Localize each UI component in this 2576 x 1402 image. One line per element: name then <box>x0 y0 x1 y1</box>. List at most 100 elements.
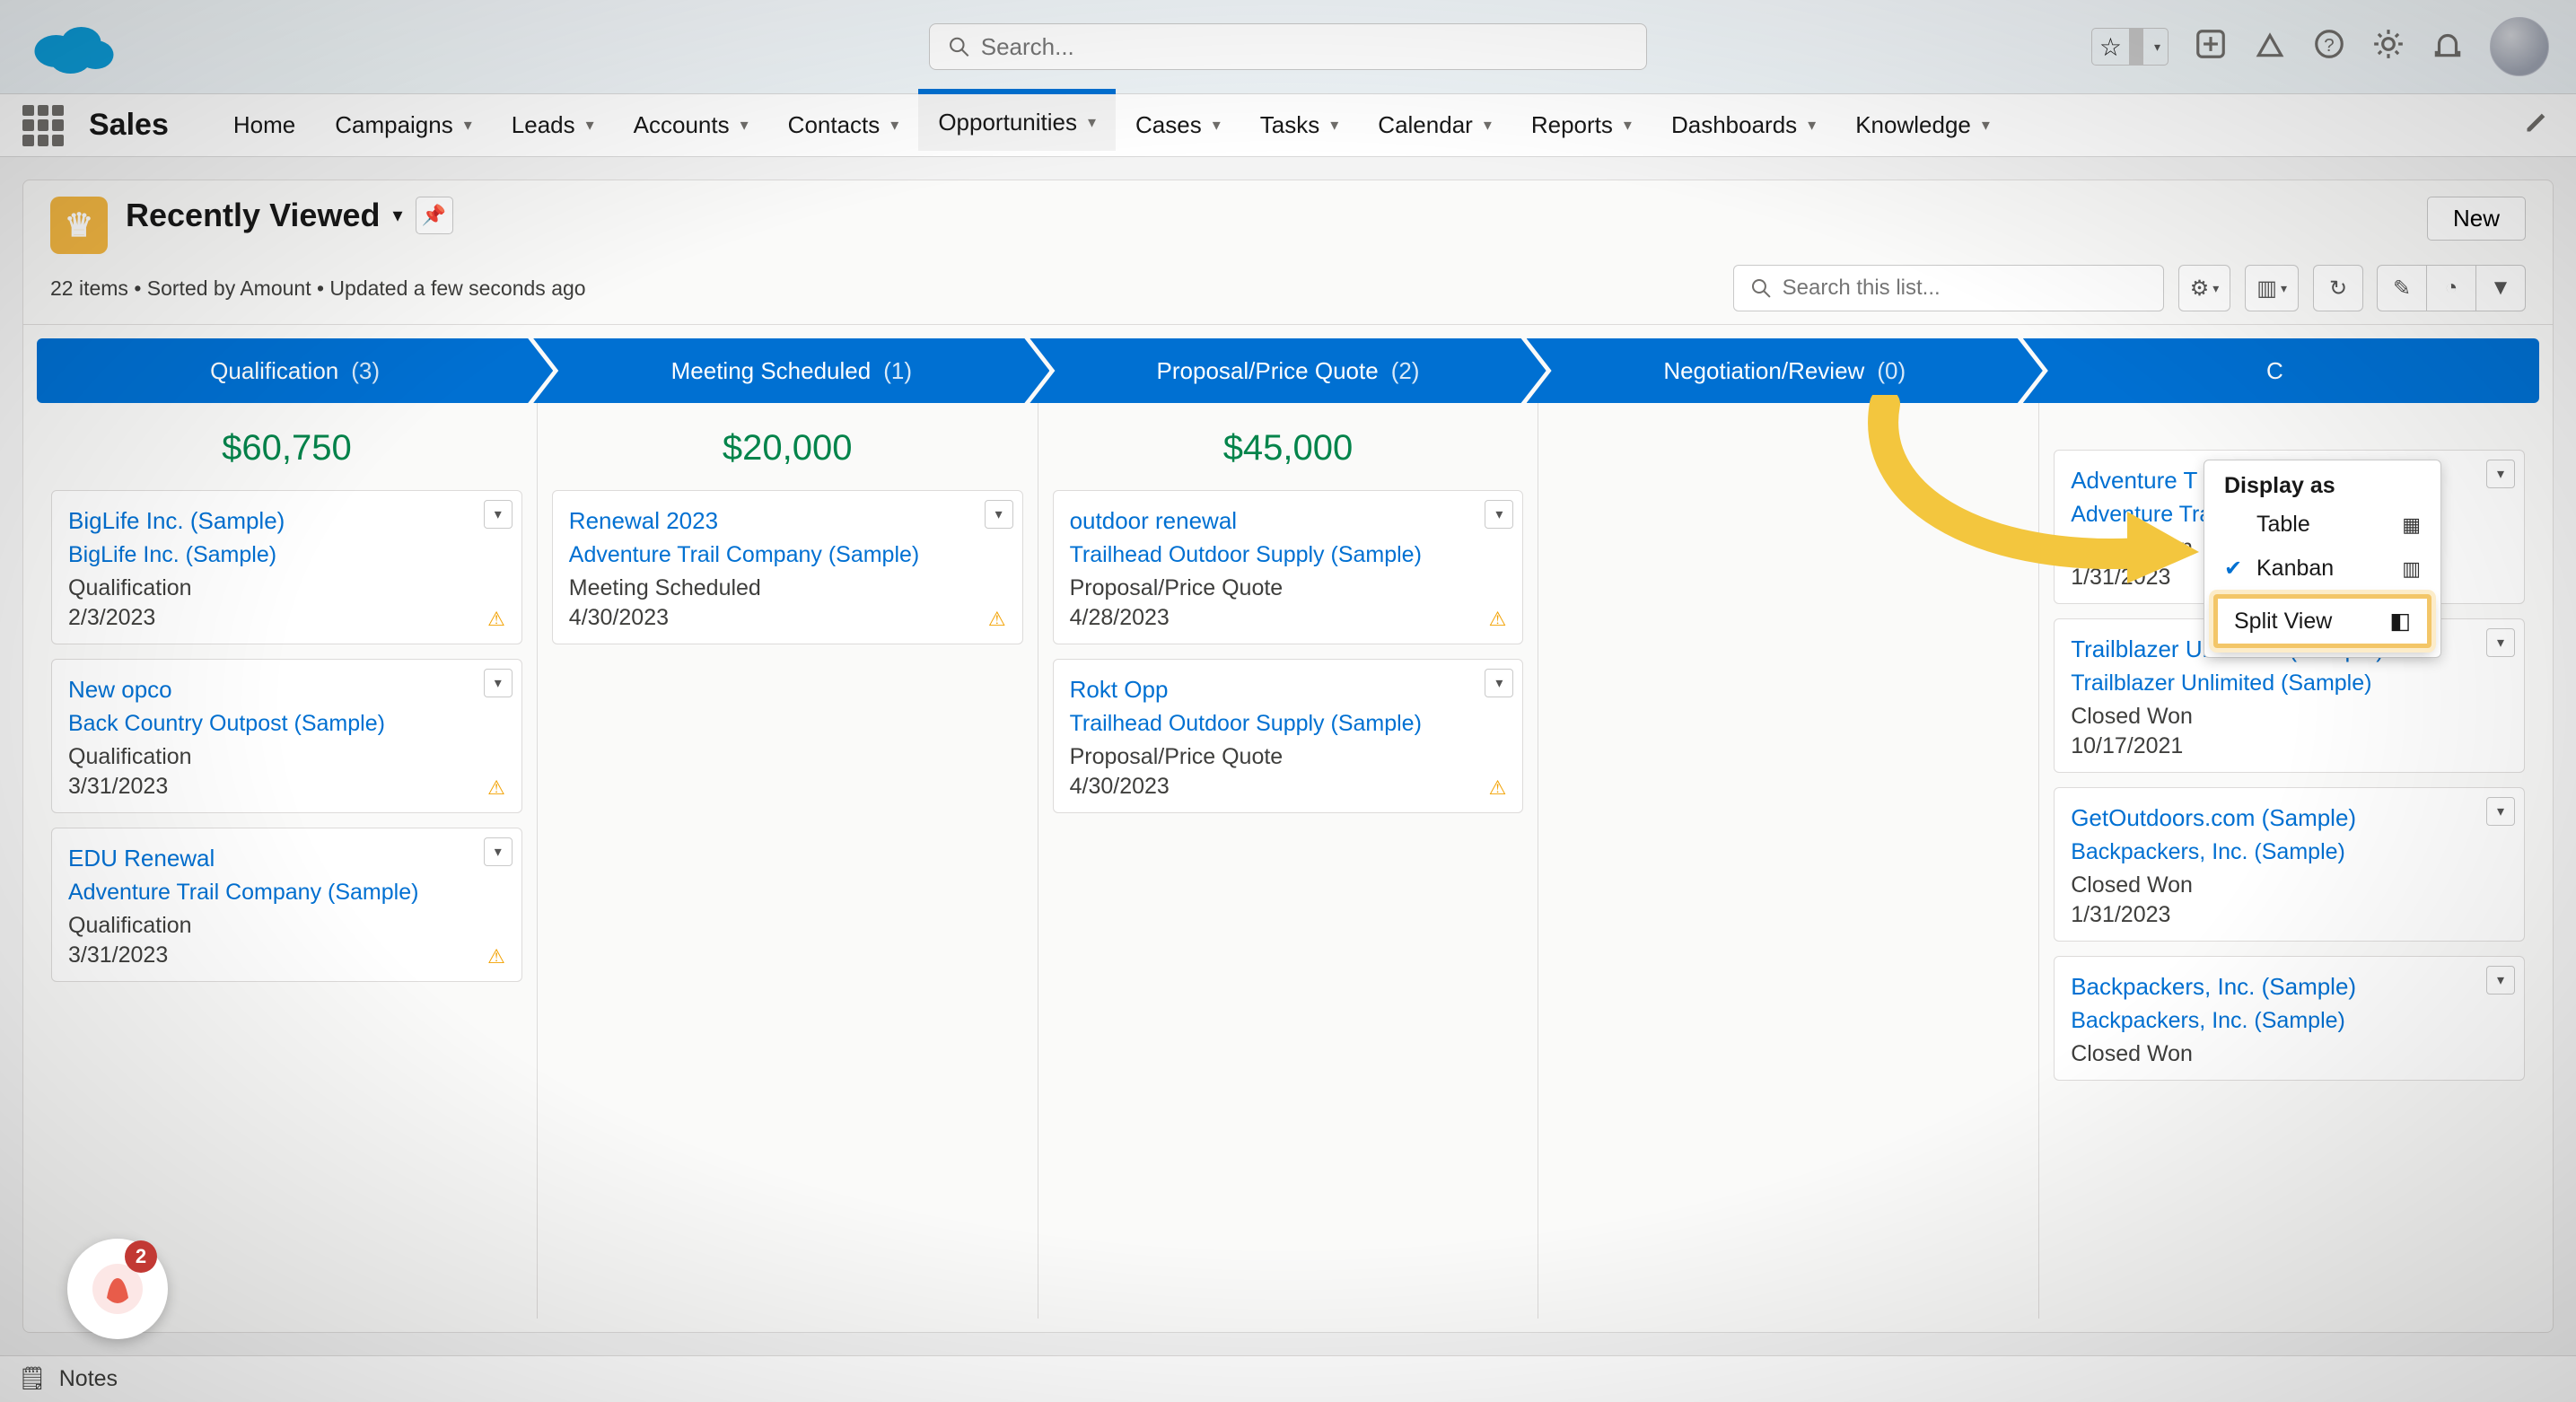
global-search-input[interactable] <box>981 33 1628 61</box>
list-view-title[interactable]: Recently Viewed <box>126 197 380 234</box>
kanban-card[interactable]: ▾Renewal 2023 Adventure Trail Company (Sa… <box>552 490 1023 644</box>
list-settings-button[interactable]: ⚙▾ <box>2178 265 2231 311</box>
chevron-down-icon[interactable]: ▾ <box>392 204 402 227</box>
kanban-card[interactable]: ▾Rokt Opp Trailhead Outdoor Supply (Sampl… <box>1053 659 1524 813</box>
chevron-down-icon[interactable]: ▾ <box>1624 116 1632 135</box>
chevron-down-icon[interactable]: ▾ <box>890 116 898 135</box>
nav-tab-dashboards[interactable]: Dashboards▾ <box>1652 94 1836 156</box>
popover-heading: Display as <box>2204 460 2440 503</box>
card-title-link[interactable]: outdoor renewal <box>1070 507 1507 535</box>
display-option-split-view[interactable]: Split View ◧ <box>2213 594 2431 648</box>
user-avatar[interactable] <box>2490 17 2549 76</box>
card-menu-button[interactable]: ▾ <box>484 669 513 697</box>
card-title-link[interactable]: GetOutdoors.com (Sample) <box>2071 804 2508 832</box>
card-account-link[interactable]: Trailhead Outdoor Supply (Sample) <box>1070 542 1507 568</box>
setup-gear-icon[interactable] <box>2371 27 2405 67</box>
column-total: $20,000 <box>552 412 1023 476</box>
chevron-down-icon[interactable]: ▾ <box>1808 116 1816 135</box>
nav-tab-tasks[interactable]: Tasks▾ <box>1240 94 1359 156</box>
card-menu-button[interactable]: ▾ <box>2486 460 2515 488</box>
card-menu-button[interactable]: ▾ <box>1485 669 1513 697</box>
stage-2[interactable]: Proposal/Price Quote(2) <box>1030 338 1546 403</box>
card-title-link[interactable]: Backpackers, Inc. (Sample) <box>2071 973 2508 1001</box>
display-option-kanban[interactable]: ✔ Kanban ▥ <box>2204 547 2440 591</box>
card-account-link[interactable]: Back Country Outpost (Sample) <box>68 711 505 737</box>
nav-tab-knowledge[interactable]: Knowledge▾ <box>1836 94 2010 156</box>
chevron-down-icon[interactable]: ▾ <box>740 116 749 135</box>
kanban-card[interactable]: ▾EDU Renewal Adventure Trail Company (Sam… <box>51 828 522 982</box>
add-icon[interactable] <box>2194 27 2228 67</box>
display-option-table[interactable]: Table ▦ <box>2204 503 2440 547</box>
kanban-card[interactable]: ▾outdoor renewal Trailhead Outdoor Supply… <box>1053 490 1524 644</box>
global-header: ☆ ▾ ? <box>0 0 2576 94</box>
display-as-button[interactable]: ▥▾ <box>2245 265 2299 311</box>
kanban-card[interactable]: ▾GetOutdoors.com (Sample) Backpackers, In… <box>2054 787 2525 942</box>
trailhead-icon[interactable] <box>2253 27 2287 67</box>
card-account-link[interactable]: BigLife Inc. (Sample) <box>68 542 505 568</box>
list-search[interactable] <box>1733 265 2164 311</box>
pin-button[interactable]: 📌 <box>416 197 453 234</box>
card-title-link[interactable]: BigLife Inc. (Sample) <box>68 507 505 535</box>
notes-label[interactable]: Notes <box>59 1366 118 1392</box>
card-account-link[interactable]: Backpackers, Inc. (Sample) <box>2071 1008 2508 1034</box>
card-account-link[interactable]: Backpackers, Inc. (Sample) <box>2071 839 2508 865</box>
nav-tab-accounts[interactable]: Accounts▾ <box>614 94 768 156</box>
edit-inline-button[interactable]: ✎ <box>2377 265 2427 311</box>
kanban-card[interactable]: ▾BigLife Inc. (Sample)BigLife Inc. (Samp… <box>51 490 522 644</box>
kanban-columns: $60,750▾BigLife Inc. (Sample)BigLife Inc… <box>37 403 2539 1319</box>
nav-tab-campaigns[interactable]: Campaigns▾ <box>315 94 492 156</box>
chevron-down-icon[interactable]: ▾ <box>464 116 472 135</box>
app-launcher-icon[interactable] <box>22 105 64 146</box>
nav-tab-label: Leads <box>512 111 575 139</box>
nav-tab-opportunities[interactable]: Opportunities▾ <box>918 89 1116 151</box>
card-title-link[interactable]: EDU Renewal <box>68 845 505 872</box>
card-title-link[interactable]: Rokt Opp <box>1070 676 1507 704</box>
list-search-input[interactable] <box>1783 276 2147 301</box>
card-menu-button[interactable]: ▾ <box>2486 797 2515 826</box>
help-icon[interactable]: ? <box>2312 27 2346 67</box>
stage-3[interactable]: Negotiation/Review(0) <box>1527 338 2043 403</box>
favorites-toggle[interactable]: ☆ ▾ <box>2091 28 2169 66</box>
stage-4[interactable]: C <box>2023 338 2539 403</box>
card-title-link[interactable]: Renewal 2023 <box>569 507 1006 535</box>
chevron-down-icon[interactable]: ▾ <box>1484 116 1492 135</box>
card-account-link[interactable]: Trailhead Outdoor Supply (Sample) <box>1070 711 1507 737</box>
card-menu-button[interactable]: ▾ <box>985 500 1013 529</box>
nav-tab-contacts[interactable]: Contacts▾ <box>768 94 919 156</box>
kanban-card[interactable]: ▾New opcoBack Country Outpost (Sample)Qu… <box>51 659 522 813</box>
guru-badge[interactable]: 2 <box>67 1239 168 1339</box>
chevron-down-icon[interactable]: ▾ <box>1213 116 1221 135</box>
filter-button[interactable]: ▼ <box>2475 265 2526 311</box>
kanban-column: $60,750▾BigLife Inc. (Sample)BigLife Inc… <box>37 403 538 1319</box>
kanban-card[interactable]: ▾Backpackers, Inc. (Sample)Backpackers, … <box>2054 956 2525 1081</box>
card-menu-button[interactable]: ▾ <box>1485 500 1513 529</box>
nav-tab-leads[interactable]: Leads ▾ <box>492 94 614 156</box>
card-account-link[interactable]: Trailblazer Unlimited (Sample) <box>2071 670 2508 697</box>
card-menu-button[interactable]: ▾ <box>484 837 513 866</box>
card-account-link[interactable]: Adventure Trail Company (Sample) <box>569 542 1006 568</box>
check-icon: ✔ <box>2224 556 2247 582</box>
nav-tab-cases[interactable]: Cases▾ <box>1116 94 1240 156</box>
new-button[interactable]: New <box>2427 197 2526 241</box>
notifications-bell-icon[interactable] <box>2431 27 2465 67</box>
chevron-down-icon[interactable]: ▾ <box>1982 116 1990 135</box>
stage-1[interactable]: Meeting Scheduled(1) <box>533 338 1049 403</box>
chart-button[interactable]: ◔ <box>2426 265 2476 311</box>
nav-tab-reports[interactable]: Reports▾ <box>1511 94 1652 156</box>
chevron-down-icon[interactable]: ▾ <box>1330 116 1338 135</box>
global-search[interactable] <box>929 23 1647 70</box>
card-menu-button[interactable]: ▾ <box>484 500 513 529</box>
card-title-link[interactable]: New opco <box>68 676 505 704</box>
chevron-down-icon[interactable]: ▾ <box>1088 113 1096 132</box>
refresh-button[interactable]: ↻ <box>2313 265 2363 311</box>
card-menu-button[interactable]: ▾ <box>2486 628 2515 657</box>
notes-icon[interactable]: 🗒 <box>18 1366 47 1392</box>
chevron-down-icon[interactable]: ▾ <box>586 116 594 135</box>
card-date: 4/30/2023 <box>1070 774 1507 800</box>
stage-0[interactable]: Qualification(3) <box>37 338 553 403</box>
nav-tab-home[interactable]: Home <box>214 94 315 156</box>
card-menu-button[interactable]: ▾ <box>2486 966 2515 995</box>
nav-tab-calendar[interactable]: Calendar▾ <box>1358 94 1511 156</box>
card-account-link[interactable]: Adventure Trail Company (Sample) <box>68 880 505 906</box>
edit-nav-button[interactable] <box>2524 110 2576 141</box>
